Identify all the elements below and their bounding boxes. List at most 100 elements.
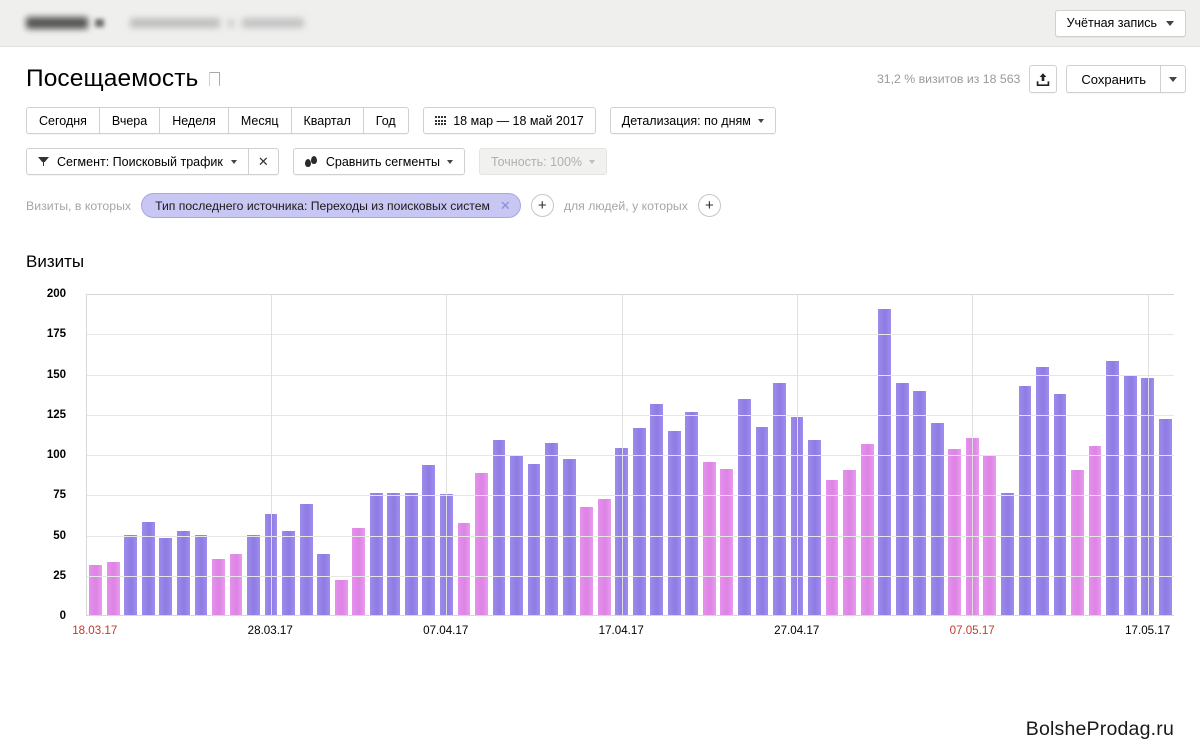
y-axis-tick: 25 — [53, 569, 66, 582]
period-tab-quarter[interactable]: Квартал — [290, 107, 363, 134]
gridline-horizontal — [87, 294, 1174, 295]
y-axis-tick: 75 — [53, 489, 66, 502]
add-visit-condition-button[interactable]: + — [530, 194, 554, 217]
detalization-button[interactable]: Детализация: по дням — [609, 107, 776, 134]
gridline-vertical — [446, 294, 448, 615]
chart-bar[interactable] — [89, 565, 103, 615]
chart-bar[interactable] — [948, 449, 962, 615]
period-tab-month[interactable]: Месяц — [227, 107, 291, 134]
period-tab-today[interactable]: Сегодня — [26, 107, 99, 134]
plot-area — [86, 294, 1174, 616]
bookmark-icon[interactable] — [209, 72, 220, 87]
period-tabs: Сегодня Вчера Неделя Месяц Квартал Год — [26, 107, 409, 134]
chart-bar[interactable] — [895, 383, 909, 615]
segment-remove-button[interactable]: ✕ — [248, 148, 279, 175]
chart-bar[interactable] — [1158, 418, 1172, 615]
plus-icon: + — [705, 197, 714, 214]
chart-bar[interactable] — [282, 531, 295, 615]
accuracy-label: Точность: 100% — [490, 154, 583, 169]
chart-bar[interactable] — [369, 492, 383, 615]
chart-bar[interactable] — [1071, 470, 1084, 615]
x-axis-tick-label: 27.04.17 — [774, 624, 820, 637]
chart-bar[interactable] — [317, 553, 331, 615]
save-options-button[interactable] — [1160, 65, 1186, 93]
chart-bar[interactable] — [457, 523, 471, 615]
chart-bar[interactable] — [878, 309, 892, 615]
date-range-button[interactable]: 18 мар — 18 май 2017 — [422, 107, 596, 134]
chart-bar[interactable] — [667, 431, 681, 615]
chart-bar[interactable] — [843, 470, 856, 615]
gridline-horizontal — [87, 535, 1174, 537]
period-tab-year[interactable]: Год — [362, 107, 409, 134]
compare-segments-button[interactable]: Сравнить сегменты — [292, 148, 465, 175]
chart-bar[interactable] — [106, 561, 120, 615]
chart-bar[interactable] — [177, 531, 190, 615]
account-button[interactable]: Учётная запись — [1054, 9, 1186, 37]
save-button[interactable]: Сохранить — [1066, 65, 1160, 93]
chart-bar[interactable] — [597, 499, 611, 615]
chart-bar[interactable] — [650, 404, 664, 615]
chart-bar[interactable] — [1036, 367, 1049, 615]
chart-bar[interactable] — [352, 528, 366, 615]
chart-bar[interactable] — [124, 534, 138, 615]
chart-bar[interactable] — [527, 463, 541, 615]
chart-bar[interactable] — [334, 579, 348, 615]
condition-chip[interactable]: Тип последнего источника: Переходы из по… — [141, 193, 521, 218]
accuracy-button[interactable]: Точность: 100% — [478, 148, 608, 175]
export-button[interactable] — [1029, 65, 1058, 93]
chart-bar[interactable] — [1000, 492, 1014, 615]
chart-bar[interactable] — [387, 492, 401, 615]
period-tab-yesterday[interactable]: Вчера — [98, 107, 160, 134]
segment-toolbar: Сегмент: Поисковый трафик ✕ Сравнить сег… — [0, 148, 1200, 175]
x-axis-labels: 18.03.17 28.03.17 07.04.17 17.04.17 27.04.17… — [72, 624, 1174, 644]
chart-bar[interactable] — [632, 428, 646, 615]
period-tab-label: Вчера — [111, 113, 148, 128]
period-tab-week[interactable]: Неделя — [159, 107, 228, 134]
chart-bar[interactable] — [685, 412, 699, 615]
add-people-condition-button[interactable]: + — [697, 194, 721, 217]
segment-button[interactable]: Сегмент: Поисковый трафик — [26, 148, 249, 175]
chart-bar[interactable] — [247, 534, 260, 615]
site-host-redacted[interactable] — [130, 18, 220, 28]
visits-share-text: 31,2 % визитов из 18 563 — [876, 72, 1021, 86]
chart-bar[interactable] — [562, 458, 576, 615]
counter-id-redacted[interactable] — [242, 18, 304, 28]
condition-chip-label: Тип последнего источника: Переходы из по… — [155, 198, 490, 213]
chart-bar[interactable] — [404, 492, 418, 615]
chevron-down-icon — [589, 159, 596, 164]
chart-bar[interactable] — [1088, 445, 1102, 615]
x-axis-tick-label: 17.05.17 — [1125, 624, 1171, 637]
chart-bar[interactable] — [422, 465, 436, 615]
chart-bar[interactable] — [702, 462, 716, 615]
calendar-icon — [434, 116, 447, 125]
period-tab-label: Квартал — [303, 113, 351, 128]
x-axis-tick-label: 07.04.17 — [423, 624, 469, 637]
chart-bar[interactable] — [580, 507, 594, 615]
chip-close-icon[interactable]: ✕ — [500, 199, 511, 212]
chart-bar[interactable] — [1053, 394, 1067, 615]
chart-bar[interactable] — [299, 503, 313, 615]
chart-bar[interactable] — [492, 439, 506, 615]
counter-switch-chevron-icon[interactable] — [95, 19, 104, 27]
chart-bar[interactable] — [229, 553, 243, 615]
chart-bar[interactable] — [1018, 386, 1032, 615]
gridline-horizontal — [87, 374, 1174, 376]
chart-bar[interactable] — [194, 534, 208, 615]
chart-bar[interactable] — [860, 444, 874, 615]
counter-name-redacted[interactable] — [26, 17, 88, 29]
save-button-group: Сохранить — [1066, 65, 1186, 93]
segment-label: Сегмент: Поисковый трафик — [57, 154, 223, 169]
chart-bar[interactable] — [773, 383, 786, 615]
chart-bar[interactable] — [720, 468, 734, 615]
chart-bar[interactable] — [930, 423, 944, 615]
chart-bar[interactable] — [825, 479, 839, 615]
chart-bar[interactable] — [545, 442, 558, 615]
chart-bar[interactable] — [808, 439, 821, 615]
chart-bar[interactable] — [1106, 360, 1119, 615]
page-header: Посещаемость 31,2 % визитов из 18 563 Со… — [0, 47, 1200, 93]
plus-icon: + — [537, 197, 547, 214]
y-axis-tick: 125 — [46, 408, 66, 421]
chart-bar[interactable] — [913, 391, 927, 615]
chart-bar[interactable] — [738, 399, 751, 615]
chart-bar[interactable] — [212, 558, 225, 615]
